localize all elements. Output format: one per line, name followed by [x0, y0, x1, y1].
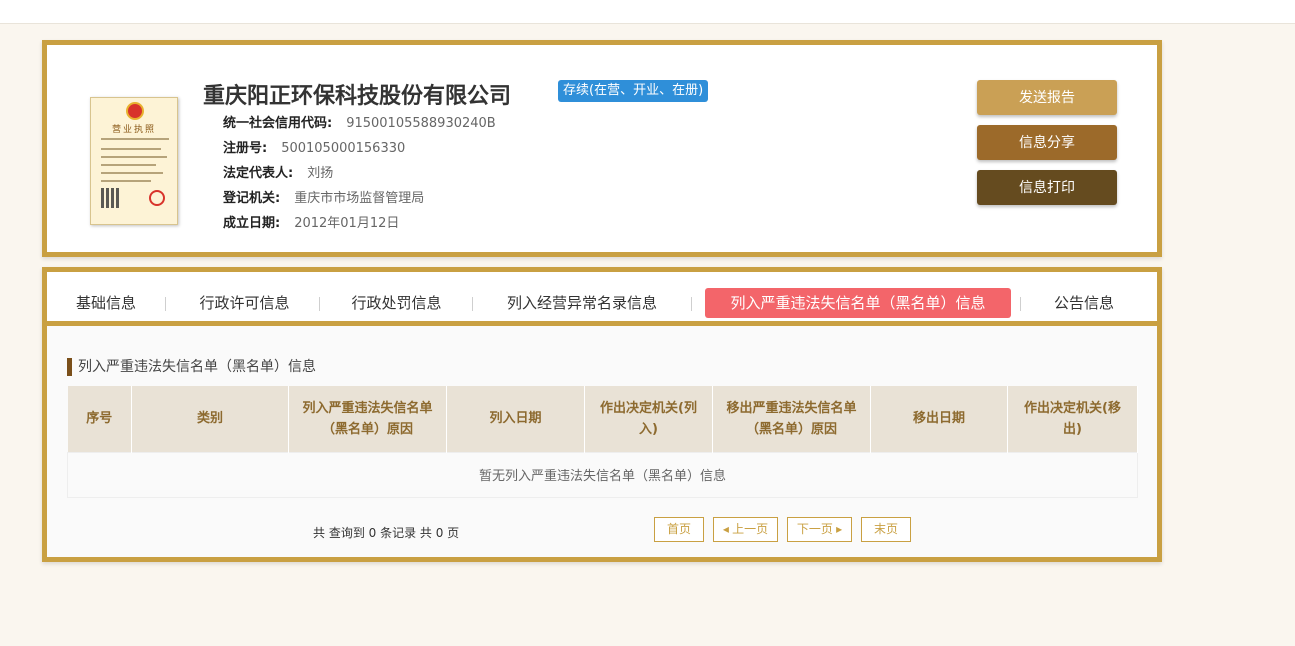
blacklist-table: 序号 类别 列入严重违法失信名单（黑名单）原因 列入日期 作出决定机关(列入) … — [67, 386, 1138, 498]
send-report-button[interactable]: 发送报告 — [977, 80, 1117, 115]
column-header-index: 序号 — [67, 386, 132, 452]
column-header-listing-authority: 作出决定机关(列入) — [584, 386, 713, 452]
license-text-line — [101, 172, 163, 174]
license-text-line — [101, 148, 161, 150]
license-text-line — [101, 156, 167, 158]
legal-representative-value: 刘扬 — [307, 166, 334, 181]
tab-separator — [472, 297, 473, 311]
empty-message: 暂无列入严重违法失信名单（黑名单）信息 — [67, 451, 1138, 498]
next-page-button[interactable]: 下一页 ▸ — [787, 517, 852, 542]
first-page-button[interactable]: 首页 — [654, 517, 704, 542]
legal-representative-label: 法定代表人: — [223, 166, 294, 181]
national-emblem-icon — [126, 102, 144, 120]
tab-separator — [319, 297, 320, 311]
tab-bar: 基础信息 行政许可信息 行政处罚信息 列入经营异常名录信息 列入严重违法失信名单… — [47, 272, 1157, 326]
registration-authority-label: 登记机关: — [223, 191, 281, 206]
column-header-listing-date: 列入日期 — [446, 386, 585, 452]
registration-authority-value: 重庆市市场监督管理局 — [294, 191, 425, 206]
legal-representative-row: 法定代表人: 刘扬 — [223, 164, 333, 184]
registration-number-label: 注册号: — [223, 141, 268, 156]
section-title: 列入严重违法失信名单（黑名单）信息 — [67, 358, 316, 376]
tab-separator — [691, 297, 692, 311]
table-row: 暂无列入严重违法失信名单（黑名单）信息 — [67, 451, 1138, 498]
establishment-date-row: 成立日期: 2012年01月12日 — [223, 214, 399, 234]
tab-separator — [165, 297, 166, 311]
qr-code-icon — [101, 188, 121, 208]
tab-separator — [1020, 297, 1021, 311]
license-title: 营业执照 — [111, 125, 156, 135]
column-header-category: 类别 — [131, 386, 289, 452]
previous-page-button[interactable]: ◂ 上一页 — [713, 517, 778, 542]
column-header-removal-date: 移出日期 — [870, 386, 1008, 452]
license-text-line — [101, 138, 169, 140]
registration-number-row: 注册号: 500105000156330 — [223, 139, 405, 159]
company-name: 重庆阳正环保科技股份有限公司 — [203, 84, 512, 109]
establishment-date-value: 2012年01月12日 — [294, 216, 400, 231]
registration-number-value: 500105000156330 — [281, 141, 406, 156]
establishment-date-label: 成立日期: — [223, 216, 281, 231]
content-panel: 基础信息 行政许可信息 行政处罚信息 列入经营异常名录信息 列入严重违法失信名单… — [42, 267, 1162, 562]
record-count-text: 共 查询到 0 条记录 共 0 页 — [313, 526, 460, 540]
license-text-line — [101, 164, 156, 166]
column-header-removal-reason: 移出严重违法失信名单（黑名单）原因 — [712, 386, 871, 452]
red-seal-icon — [149, 190, 165, 206]
tab-abnormal-operation-list[interactable]: 列入经营异常名录信息 — [497, 288, 667, 318]
business-license-image: 营业执照 — [90, 97, 178, 225]
column-header-removal-authority: 作出决定机关(移出) — [1007, 386, 1138, 452]
column-header-listing-reason: 列入严重违法失信名单（黑名单）原因 — [288, 386, 447, 452]
top-bar — [0, 0, 1295, 24]
status-badge: 存续(在营、开业、在册) — [558, 80, 709, 102]
credit-code-label: 统一社会信用代码: — [223, 116, 333, 131]
credit-code-value: 91500105588930240B — [346, 116, 496, 131]
tab-administrative-license[interactable]: 行政许可信息 — [187, 288, 302, 318]
table-header-row: 序号 类别 列入严重违法失信名单（黑名单）原因 列入日期 作出决定机关(列入) … — [67, 386, 1138, 452]
tab-announcement-info[interactable]: 公告信息 — [1044, 288, 1124, 318]
license-text-line — [101, 180, 151, 182]
print-info-button[interactable]: 信息打印 — [977, 170, 1117, 205]
tab-serious-violation-blacklist[interactable]: 列入严重违法失信名单（黑名单）信息 — [705, 288, 1011, 318]
registration-authority-row: 登记机关: 重庆市市场监督管理局 — [223, 189, 424, 209]
last-page-button[interactable]: 末页 — [861, 517, 911, 542]
tab-administrative-penalty[interactable]: 行政处罚信息 — [339, 288, 454, 318]
credit-code-row: 统一社会信用代码: 91500105588930240B — [223, 114, 496, 134]
tab-basic-info[interactable]: 基础信息 — [61, 288, 151, 318]
share-info-button[interactable]: 信息分享 — [977, 125, 1117, 160]
company-header-panel: 营业执照 重庆阳正环保科技股份有限公司 存续(在营、开业、在册) 统一社会信用代… — [42, 40, 1162, 257]
